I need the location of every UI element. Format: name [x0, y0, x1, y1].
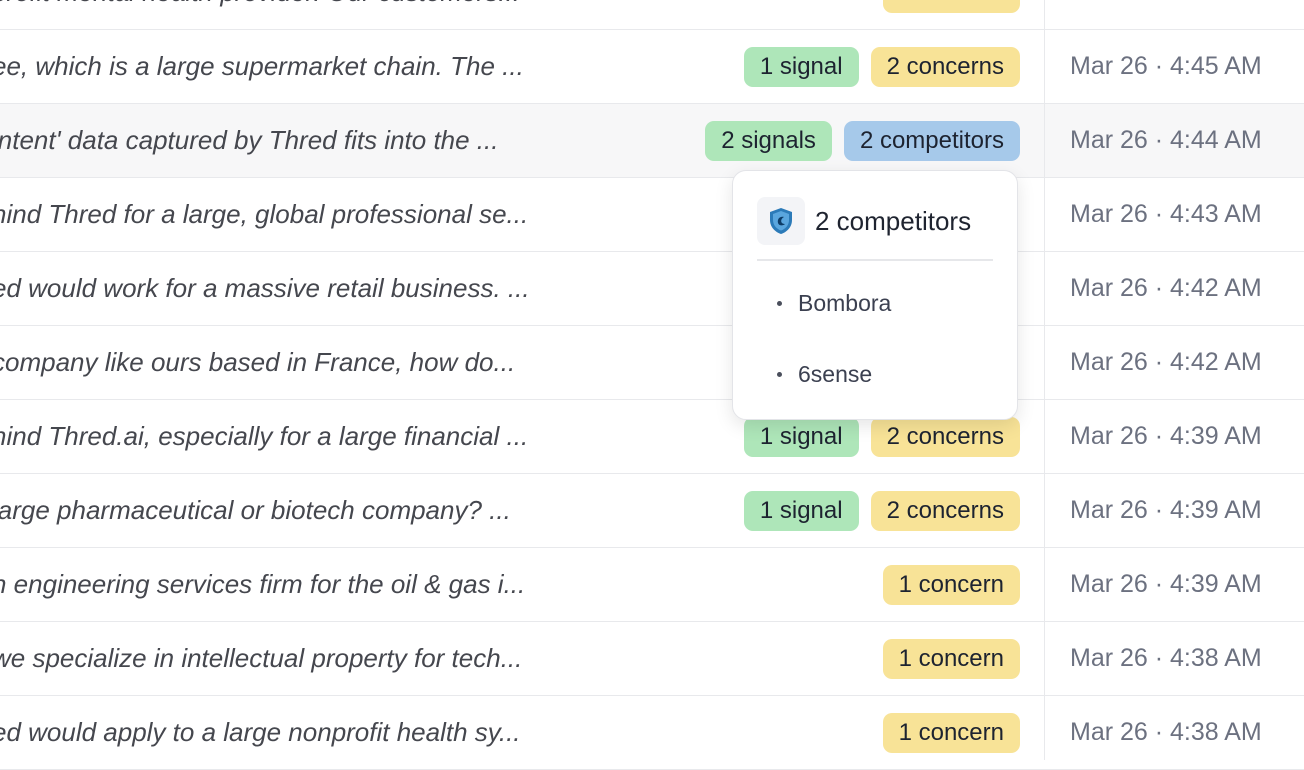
- competitor-item[interactable]: Bombora: [777, 290, 891, 317]
- timestamp: Mar 26 · 4:38 AM: [1070, 644, 1262, 672]
- bullet-icon: [777, 301, 782, 306]
- timestamp: Mar 26 · 4:46 AM: [1070, 0, 1262, 29]
- competitor-item[interactable]: 6sense: [777, 361, 872, 388]
- signal-badge[interactable]: 1 signal: [743, 47, 859, 87]
- message-preview: large pharmaceutical or biotech company?…: [0, 495, 511, 525]
- timestamp: Mar 26 · 4:39 AM: [1070, 422, 1262, 450]
- timestamp: Mar 26 · 4:45 AM: [1070, 52, 1262, 80]
- table-row[interactable]: n engineering services firm for the oil …: [0, 548, 1304, 622]
- tag-group: 2 signals 2 competitors: [705, 121, 1020, 161]
- popover-header: 2 competitors: [757, 197, 993, 245]
- popover-divider: [757, 259, 993, 261]
- shield-logo-icon: [757, 197, 805, 245]
- table-row[interactable]: company like ours based in France, how d…: [0, 326, 1304, 400]
- message-preview: ed would work for a massive retail busin…: [0, 273, 530, 303]
- message-preview: intent' data captured by Thred fits into…: [0, 125, 499, 155]
- bullet-icon: [777, 372, 782, 377]
- concern-badge[interactable]: 1 concern: [882, 0, 1020, 13]
- table-row[interactable]: large pharmaceutical or biotech company?…: [0, 474, 1304, 548]
- timestamp: Mar 26 · 4:42 AM: [1070, 274, 1262, 302]
- signal-badge[interactable]: 1 signal: [743, 417, 859, 457]
- tag-group: 1 signal 2 concerns: [743, 417, 1020, 457]
- conversation-table: profit mental health provider. Our custo…: [0, 0, 1304, 770]
- message-preview: hind Thred for a large, global professio…: [0, 199, 529, 229]
- table-row[interactable]: hind Thred.ai, especially for a large fi…: [0, 400, 1304, 474]
- message-preview: ed would apply to a large nonprofit heal…: [0, 717, 521, 747]
- table-row[interactable]: hind Thred for a large, global professio…: [0, 178, 1304, 252]
- table-row[interactable]: ee, which is a large supermarket chain. …: [0, 30, 1304, 104]
- message-preview: we specialize in intellectual property f…: [0, 643, 523, 673]
- timestamp: Mar 26 · 4:42 AM: [1070, 348, 1262, 376]
- table-row[interactable]: profit mental health provider. Our custo…: [0, 0, 1304, 30]
- tag-group: 1 concern: [882, 713, 1020, 753]
- competitor-name: 6sense: [798, 361, 873, 387]
- tag-group: 1 concern: [882, 565, 1020, 605]
- table-row[interactable]: we specialize in intellectual property f…: [0, 622, 1304, 696]
- message-preview: n engineering services firm for the oil …: [0, 569, 526, 599]
- message-preview: profit mental health provider. Our custo…: [0, 0, 582, 29]
- signal-badge[interactable]: 2 signals: [705, 121, 832, 161]
- message-preview: hind Thred.ai, especially for a large fi…: [0, 421, 529, 451]
- concern-badge[interactable]: 2 concerns: [870, 47, 1020, 87]
- timestamp: Mar 26 · 4:38 AM: [1070, 718, 1262, 746]
- competitor-name: Bombora: [798, 290, 892, 316]
- table-row[interactable]: intent' data captured by Thred fits into…: [0, 104, 1304, 178]
- concern-badge[interactable]: 2 concerns: [870, 491, 1020, 531]
- concern-badge[interactable]: 1 concern: [882, 639, 1020, 679]
- timestamp: Mar 26 · 4:39 AM: [1070, 570, 1262, 598]
- tag-group: 1 signal 2 concerns: [743, 47, 1020, 87]
- table-row[interactable]: ed would apply to a large nonprofit heal…: [0, 696, 1304, 770]
- concern-badge[interactable]: 1 concern: [882, 713, 1020, 753]
- timestamp: Mar 26 · 4:43 AM: [1070, 200, 1262, 228]
- table-row[interactable]: ed would work for a massive retail busin…: [0, 252, 1304, 326]
- timestamp: Mar 26 · 4:44 AM: [1070, 126, 1262, 154]
- tag-group: 1 concern: [882, 0, 1020, 13]
- concern-badge[interactable]: 2 concerns: [870, 417, 1020, 457]
- popover-title: 2 competitors: [815, 205, 972, 236]
- tag-group: 1 concern: [882, 639, 1020, 679]
- tag-group: 1 signal 2 concerns: [743, 491, 1020, 531]
- concern-badge[interactable]: 1 concern: [882, 565, 1020, 605]
- competitor-badge[interactable]: 2 competitors: [843, 121, 1020, 161]
- message-preview: ee, which is a large supermarket chain. …: [0, 51, 524, 81]
- message-preview: company like ours based in France, how d…: [0, 347, 516, 377]
- column-divider: [1044, 0, 1045, 760]
- competitors-popover: 2 competitors Bombora 6sense: [732, 170, 1018, 420]
- signal-badge[interactable]: 1 signal: [743, 491, 859, 531]
- timestamp: Mar 26 · 4:39 AM: [1070, 496, 1262, 524]
